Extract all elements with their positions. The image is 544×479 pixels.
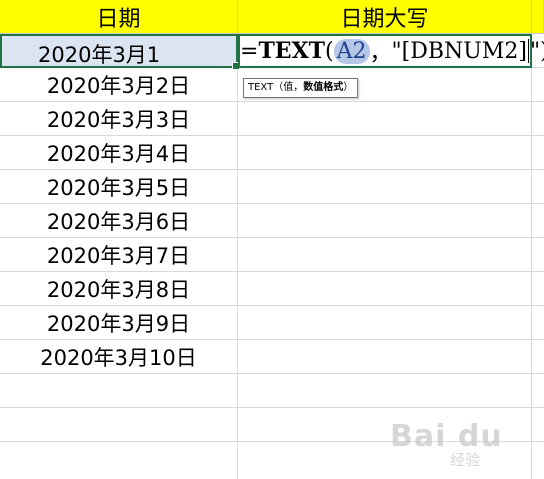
active-cell-value: 2020年3月1 [38, 43, 161, 67]
date-cell[interactable]: 2020年3月5日 [0, 170, 238, 203]
uppercase-cell[interactable] [238, 272, 532, 305]
table-row: 2020年3月3日 [0, 102, 544, 136]
uppercase-cell[interactable] [238, 136, 532, 169]
date-value: 2020年3月5日 [46, 175, 191, 200]
table-row: 2020年3月7日 [0, 238, 544, 272]
empty-cell[interactable] [0, 442, 238, 479]
tooltip-arg-value: 值 [283, 82, 294, 93]
header-cell-date-uppercase[interactable]: 日期大写 [238, 0, 532, 33]
formula-open-paren: ( [325, 38, 334, 64]
date-cell[interactable]: 2020年3月2日 [0, 68, 238, 101]
uppercase-cell[interactable] [238, 340, 532, 373]
empty-cell[interactable] [532, 102, 544, 135]
uppercase-cell[interactable] [238, 204, 532, 237]
formula-cell-reference[interactable]: A2 [333, 38, 370, 64]
date-value: 2020年3月2日 [46, 73, 191, 98]
uppercase-cell[interactable] [238, 306, 532, 339]
formula-format-argument: "[DBNUM2] [391, 38, 527, 64]
tooltip-arg-format: 数值格式 [303, 82, 344, 93]
uppercase-cell[interactable] [238, 102, 532, 135]
uppercase-cell[interactable] [238, 170, 532, 203]
tooltip-separator: ， [293, 82, 304, 93]
date-cell[interactable]: 2020年3月8日 [0, 272, 238, 305]
formula-close-quote: " [529, 38, 541, 64]
watermark-logo: Bai du [390, 419, 503, 454]
empty-cell[interactable] [0, 408, 238, 441]
table-row: 2020年3月9日 [0, 306, 544, 340]
date-value: 2020年3月8日 [46, 277, 191, 302]
spreadsheet-grid: 日期 日期大写 2020年3月2日 2020年3月3日 2020年3月4日 20… [0, 0, 544, 479]
formula-equals: = [240, 38, 259, 64]
table-row: 2020年3月8日 [0, 272, 544, 306]
formula-edit-cell-b2[interactable]: =TEXT(A2，"[DBNUM2]") [238, 34, 544, 68]
tooltip-close: ） [343, 82, 354, 93]
table-row: 2020年3月4日 [0, 136, 544, 170]
date-cell[interactable]: 2020年3月3日 [0, 102, 238, 135]
active-cell-a2[interactable]: 2020年3月1 [0, 34, 240, 70]
empty-cell[interactable] [532, 272, 544, 305]
table-row: 2020年3月6日 [0, 204, 544, 238]
formula-input[interactable]: =TEXT(A2，"[DBNUM2]") [240, 36, 544, 66]
uppercase-cell[interactable] [238, 238, 532, 271]
header-label-date-uppercase: 日期大写 [340, 6, 429, 32]
header-cell-date[interactable]: 日期 [0, 0, 238, 33]
date-value: 2020年3月7日 [46, 243, 191, 268]
empty-cell[interactable] [532, 68, 544, 101]
formula-close-paren: ) [540, 39, 544, 64]
date-cell[interactable]: 2020年3月9日 [0, 306, 238, 339]
date-cell[interactable]: 2020年3月7日 [0, 238, 238, 271]
header-label-date: 日期 [96, 6, 141, 32]
date-cell[interactable]: 2020年3月10日 [0, 340, 238, 373]
date-value: 2020年3月6日 [46, 209, 191, 234]
function-tooltip[interactable]: TEXT（值，数值格式） [243, 78, 359, 98]
table-row [0, 374, 544, 408]
table-row: 2020年3月5日 [0, 170, 544, 204]
date-value: 2020年3月3日 [46, 107, 191, 132]
baidu-watermark: Bai du 经验 [390, 415, 540, 475]
formula-separator: ， [369, 41, 392, 66]
header-row: 日期 日期大写 [0, 0, 544, 34]
formula-function-name: TEXT [258, 38, 326, 64]
empty-cell[interactable] [532, 374, 544, 407]
date-value: 2020年3月9日 [46, 311, 191, 336]
table-row: 2020年3月10日 [0, 340, 544, 374]
empty-cell[interactable] [532, 136, 544, 169]
tooltip-function-name[interactable]: TEXT [248, 82, 273, 93]
date-cell[interactable]: 2020年3月6日 [0, 204, 238, 237]
empty-cell[interactable] [238, 374, 532, 407]
empty-cell[interactable] [532, 170, 544, 203]
watermark-subtitle: 经验 [450, 451, 481, 469]
tooltip-open: （ [273, 82, 284, 93]
empty-cell[interactable] [0, 374, 238, 407]
empty-cell[interactable] [532, 306, 544, 339]
empty-cell[interactable] [532, 340, 544, 373]
date-value: 2020年3月10日 [40, 345, 197, 370]
empty-cell[interactable] [532, 204, 544, 237]
header-cell-empty[interactable] [532, 0, 544, 33]
date-value: 2020年3月4日 [46, 141, 191, 166]
text-cursor [527, 39, 529, 63]
empty-cell[interactable] [532, 238, 544, 271]
date-cell[interactable]: 2020年3月4日 [0, 136, 238, 169]
